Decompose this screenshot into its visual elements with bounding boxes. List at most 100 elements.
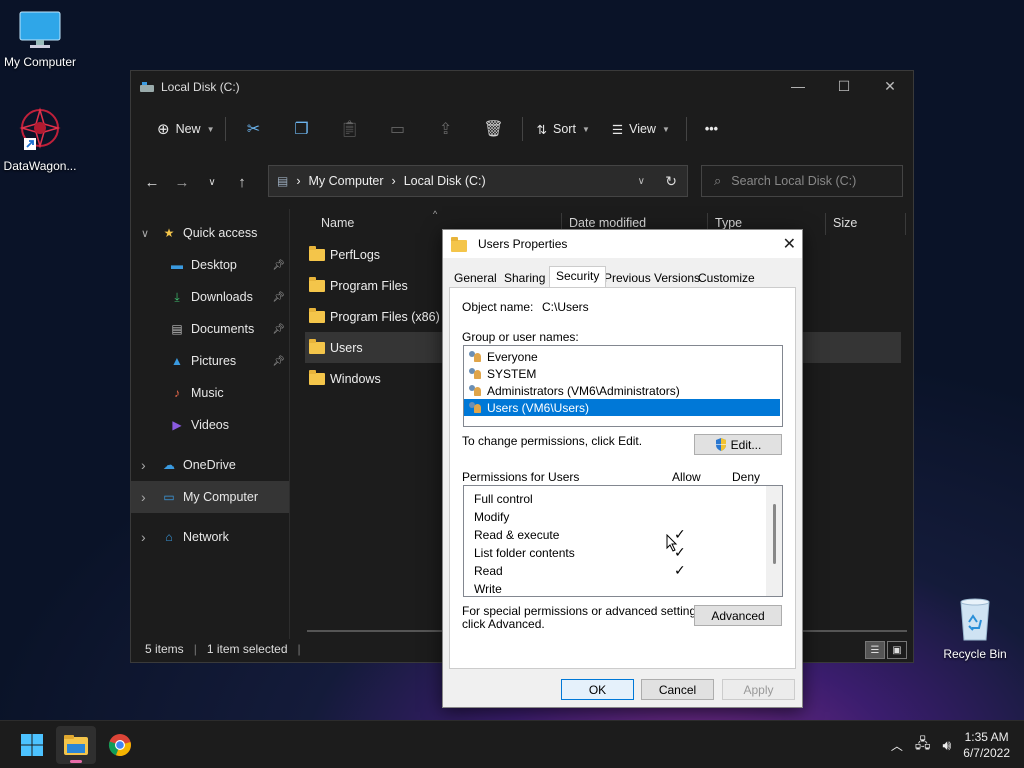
ok-button[interactable]: OK: [561, 679, 634, 700]
tab-customize[interactable]: Customize: [693, 270, 760, 286]
new-button[interactable]: ⊕ New ▼: [151, 113, 221, 145]
sidebar-item-my-computer[interactable]: › ▭ My Computer: [131, 481, 289, 513]
cloud-icon: ☁: [163, 458, 175, 472]
share-button[interactable]: ⇪: [422, 113, 470, 145]
taskbar-file-explorer[interactable]: [56, 726, 96, 764]
sort-button[interactable]: ⇅ Sort ▼: [531, 113, 596, 145]
chevron-right-icon[interactable]: ›: [141, 457, 146, 473]
pin-icon: 📌︎: [272, 323, 285, 335]
close-button[interactable]: ✕: [867, 71, 913, 101]
search-box[interactable]: ⌕ Search Local Disk (C:): [701, 165, 903, 197]
forward-button[interactable]: →: [167, 174, 197, 191]
drive-icon: [140, 82, 154, 92]
sidebar-item-label: Desktop: [191, 258, 237, 272]
view-list-icon: ☰: [611, 122, 624, 137]
breadcrumb-my-computer[interactable]: My Computer: [309, 174, 384, 188]
group-list-item[interactable]: SYSTEM: [464, 365, 782, 382]
permission-name: List folder contents: [474, 546, 575, 560]
refresh-icon[interactable]: ↻: [665, 173, 677, 190]
sidebar-item-documents[interactable]: ▤ Documents 📌︎: [131, 313, 289, 345]
explorer-title: Local Disk (C:): [161, 80, 240, 94]
users-group-icon: [468, 384, 483, 397]
back-button[interactable]: ←: [137, 174, 167, 191]
view-button[interactable]: ☰ View ▼: [606, 113, 676, 145]
volume-icon[interactable]: 🔊︎: [942, 737, 951, 754]
sidebar-item-downloads[interactable]: ⤓ Downloads 📌︎: [131, 281, 289, 313]
dialog-titlebar[interactable]: Users Properties: [443, 230, 802, 258]
permission-name: Full control: [474, 492, 533, 506]
tab-previous-versions[interactable]: Previous Versions: [599, 270, 705, 286]
column-size[interactable]: Size: [833, 216, 857, 230]
file-name: PerfLogs: [330, 247, 381, 262]
folder-icon: [309, 245, 325, 261]
security-tab-panel: Object name: C:\Users Group or user name…: [449, 287, 796, 669]
group-list-item[interactable]: Users (VM6\Users): [464, 399, 780, 416]
rename-button[interactable]: ▭: [374, 113, 422, 145]
sidebar-item-music[interactable]: ♪ Music: [131, 377, 289, 409]
large-icons-view-button[interactable]: ▣: [887, 641, 907, 659]
users-group-icon: [468, 367, 483, 380]
mouse-cursor-icon: [666, 534, 678, 552]
advanced-button[interactable]: Advanced: [694, 605, 782, 626]
show-hidden-icons-button[interactable]: ︿: [891, 737, 903, 754]
more-options-button[interactable]: •••: [699, 113, 724, 145]
column-type[interactable]: Type: [715, 216, 742, 230]
sidebar-item-label: Pictures: [191, 354, 237, 368]
group-list-item[interactable]: Administrators (VM6\Administrators): [464, 382, 782, 399]
start-button[interactable]: [12, 726, 52, 764]
taskbar-chrome[interactable]: [100, 726, 140, 764]
chevron-right-icon[interactable]: ›: [141, 489, 146, 505]
recent-locations-button[interactable]: ∨: [197, 177, 227, 188]
sidebar-item-pictures[interactable]: ▲ Pictures 📌︎: [131, 345, 289, 377]
delete-button[interactable]: 🗑︎: [470, 113, 518, 145]
clock-date: 6/7/2022: [963, 746, 1010, 760]
group-user-list[interactable]: Everyone SYSTEM Administrators (VM6\Admini…: [463, 345, 783, 427]
tab-general[interactable]: General: [449, 270, 502, 286]
desktop-icon-my-computer[interactable]: My Computer: [0, 10, 80, 69]
chevron-right-icon[interactable]: ›: [141, 529, 146, 545]
chevron-down-icon[interactable]: ∨: [141, 227, 149, 240]
apply-button[interactable]: Apply: [722, 679, 795, 700]
cut-button[interactable]: ✂: [230, 113, 278, 145]
desktop-icon-datawagon[interactable]: DataWagon...: [0, 106, 80, 173]
desktop-icon-recycle-bin[interactable]: Recycle Bin: [935, 596, 1015, 661]
tab-security[interactable]: Security: [549, 266, 607, 287]
search-icon: ⌕: [714, 173, 722, 188]
address-bar[interactable]: ▤ › My Computer › Local Disk (C:) ∨ ↻: [268, 165, 688, 197]
sidebar-item-network[interactable]: › ⌂ Network: [131, 521, 289, 553]
sidebar-item-quick-access[interactable]: ∨ ★ Quick access: [131, 217, 289, 249]
permission-name: Modify: [474, 510, 510, 524]
column-date-modified[interactable]: Date modified: [569, 216, 646, 230]
address-dropdown-icon[interactable]: ∨: [638, 176, 645, 187]
permissions-scrollbar[interactable]: [766, 486, 782, 596]
column-name[interactable]: Name: [321, 216, 354, 230]
selection-count: 1 item selected: [206, 642, 288, 656]
sidebar-item-label: Music: [191, 386, 224, 400]
paste-button[interactable]: 📋︎: [326, 113, 374, 145]
breadcrumb-local-disk[interactable]: Local Disk (C:): [404, 174, 486, 188]
desktop-icon-label: DataWagon...: [3, 159, 77, 173]
pin-icon: 📌︎: [272, 291, 285, 303]
up-button[interactable]: ↑: [227, 174, 257, 191]
sidebar-item-desktop[interactable]: ▬ Desktop 📌︎: [131, 249, 289, 281]
tab-sharing[interactable]: Sharing: [499, 270, 550, 286]
group-name: Everyone: [487, 349, 538, 364]
sidebar-item-onedrive[interactable]: › ☁ OneDrive: [131, 449, 289, 481]
windows-logo-icon: [21, 734, 43, 756]
dialog-close-button[interactable]: ✕: [783, 234, 796, 254]
details-view-button[interactable]: ☰: [865, 641, 885, 659]
folder-icon: [309, 307, 325, 323]
command-bar: ⊕ New ▼ ✂ ❐ 📋︎ ▭ ⇪ 🗑︎ ⇅ Sort ▼ ☰ View ▼ …: [131, 111, 913, 147]
file-name: Program Files (x86): [330, 309, 440, 324]
minimize-button[interactable]: —: [775, 71, 821, 101]
group-list-item[interactable]: Everyone: [464, 348, 782, 365]
maximize-button[interactable]: ☐: [821, 71, 867, 101]
chevron-down-icon: ▼: [206, 124, 215, 134]
edit-button[interactable]: Edit...: [694, 434, 782, 455]
clock[interactable]: 1:35 AM 6/7/2022: [963, 729, 1010, 761]
sidebar-item-videos[interactable]: ▶ Videos: [131, 409, 289, 441]
cancel-button[interactable]: Cancel: [641, 679, 714, 700]
copy-button[interactable]: ❐: [278, 113, 326, 145]
search-input[interactable]: Search Local Disk (C:): [731, 174, 856, 188]
network-icon[interactable]: 🖧︎: [915, 733, 931, 757]
